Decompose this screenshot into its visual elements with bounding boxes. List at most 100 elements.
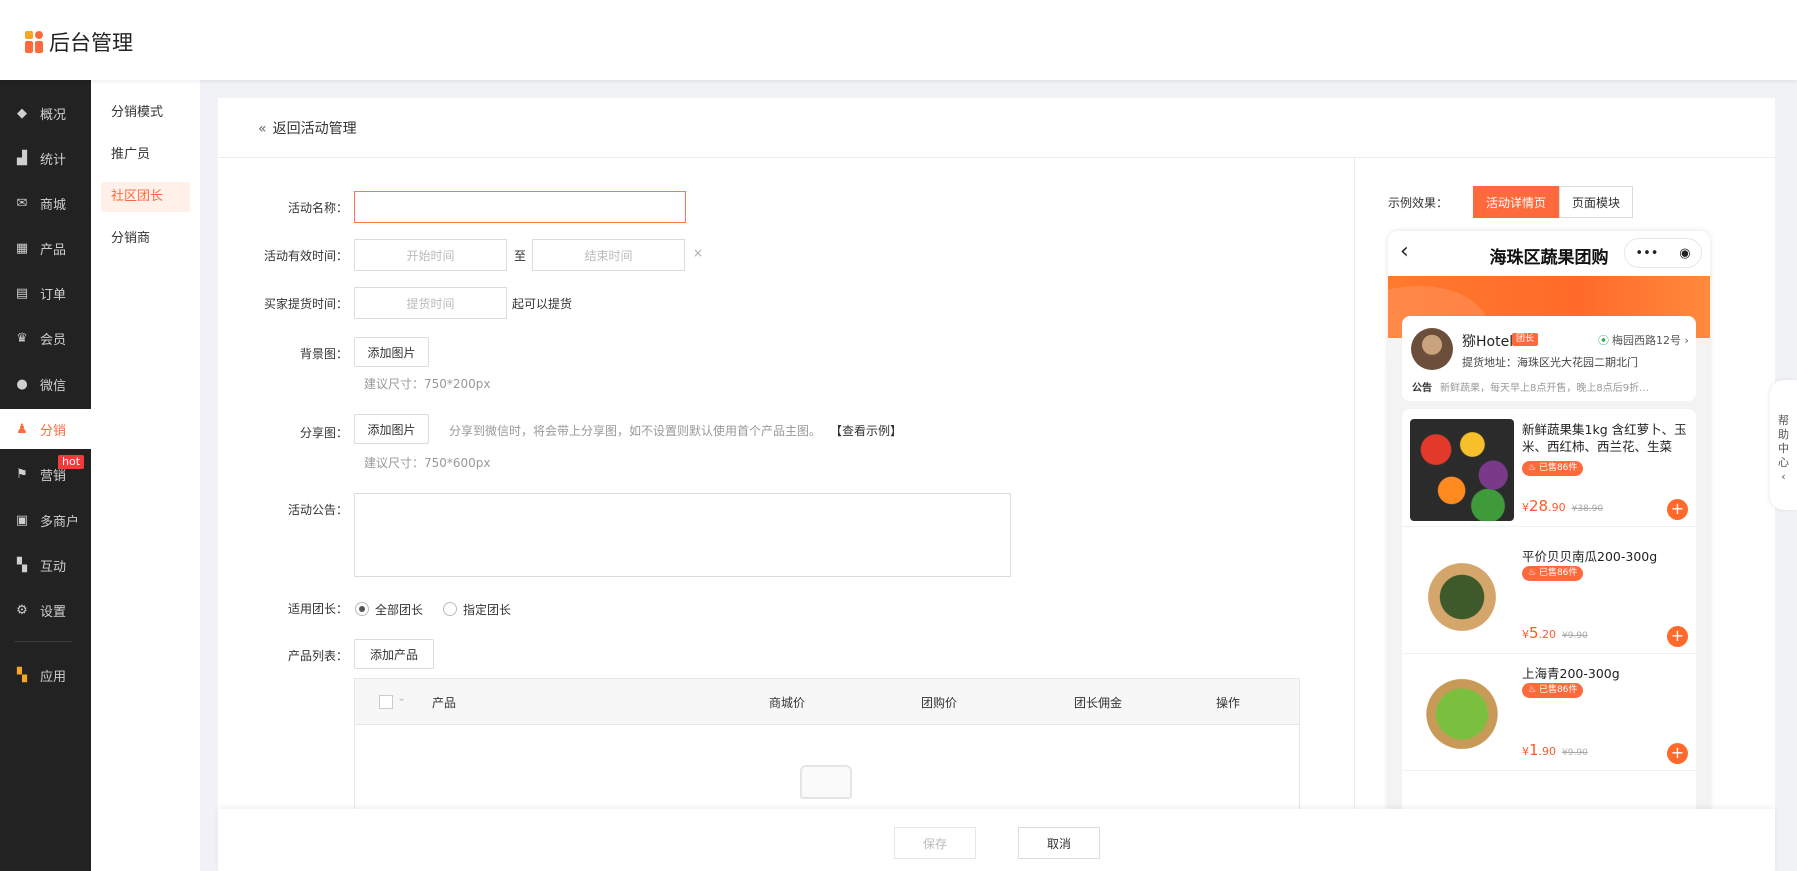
nav-item-orders[interactable]: ▤ 订单 [0, 273, 91, 313]
nav-label: 概况 [40, 107, 67, 123]
mail-icon: ✉ [16, 195, 28, 211]
sold-badge: ♨ 已售86件 [1522, 566, 1584, 581]
nav-label: 订单 [40, 287, 67, 303]
location-pin-icon: ⦿ [1598, 334, 1609, 347]
select-all-checkbox[interactable] [379, 695, 393, 709]
price-dec: .90 [1548, 501, 1566, 514]
save-button[interactable]: 保存 [894, 827, 976, 859]
chevron-down-icon[interactable]: ⌄ [397, 691, 406, 704]
original-price: ¥9.90 [1562, 748, 1588, 758]
product-image [1410, 419, 1514, 521]
column-leader-commission: 团长佣金 [1074, 696, 1123, 710]
product-table: ⌄ 产品 商城价 团购价 团长佣金 操作 [354, 678, 1300, 818]
hot-badge: hot [58, 455, 85, 469]
nav-item-multi-merchant[interactable]: ▣ 多商户 [0, 500, 91, 540]
end-time-input[interactable]: 结束时间 [532, 239, 685, 271]
radio-checked-icon [355, 602, 369, 616]
share-size-hint: 建议尺寸：750*600px [364, 456, 491, 470]
list-item: 上海青200-300g ♨ 已售86件 ¥1.90 ¥9.90 + [1402, 653, 1696, 771]
nav-item-stats[interactable]: ▟ 统计 [0, 138, 91, 178]
flag-icon: ⚑ [16, 466, 28, 482]
clear-time-button[interactable]: × [693, 246, 703, 260]
nav-item-wechat[interactable]: ● 微信 [0, 364, 91, 404]
more-dots-icon: ••• [1635, 245, 1659, 261]
back-label: 返回活动管理 [272, 121, 357, 137]
start-time-input[interactable]: 开始时间 [354, 239, 507, 271]
nav-label: 微信 [40, 378, 67, 394]
list-item: 平价贝贝南瓜200-300g ♨ 已售86件 ¥5.20 ¥9.90 + [1402, 536, 1696, 654]
double-chevron-left-icon: « [258, 121, 267, 137]
add-background-image-button[interactable]: 添加图片 [354, 337, 429, 367]
notice-textarea[interactable] [354, 493, 1011, 577]
add-share-image-button[interactable]: 添加图片 [354, 414, 429, 444]
subnav-item-community-leader[interactable]: 社区团长 [101, 182, 190, 212]
logo-text: 后台管理 [49, 31, 133, 55]
notice-label: 活动公告： [287, 503, 348, 517]
phone-header: ‹ 海珠区蔬果团购 ••• ◉ [1388, 231, 1710, 276]
nav-label: 多商户 [40, 514, 80, 530]
user-icon: ♟ [16, 421, 28, 437]
nav-item-overview[interactable]: ◆ 概况 [0, 93, 91, 133]
add-product-button[interactable]: 添加产品 [354, 639, 434, 669]
product-image [1410, 546, 1514, 648]
nav-item-distribution[interactable]: ♟ 分销 [0, 409, 91, 449]
currency: ¥ [1522, 745, 1529, 758]
back-link[interactable]: « 返回活动管理 [258, 118, 357, 138]
nav-label: 会员 [40, 332, 67, 348]
pickup-time-label: 买家提货时间： [263, 297, 348, 311]
subnav-item-mode[interactable]: 分销模式 [101, 98, 190, 128]
logo[interactable]: 后台管理 [25, 27, 133, 57]
tab-page-module[interactable]: 页面模块 [1559, 186, 1634, 218]
nav-item-members[interactable]: ♛ 会员 [0, 318, 91, 358]
radio-label: 全部团长 [375, 603, 424, 617]
currency: ¥ [1522, 628, 1529, 641]
pickup-address: 提货地址：海珠区光大花园二期北门 [1462, 356, 1638, 369]
mini-program-capsule: ••• ◉ [1624, 238, 1702, 268]
pickup-suffix: 起可以提货 [512, 297, 573, 311]
radio-specific-leaders[interactable]: 指定团长 [443, 601, 511, 618]
add-to-cart-icon: + [1667, 743, 1688, 764]
subnav-item-promoter[interactable]: 推广员 [101, 140, 190, 170]
help-center-tab[interactable]: 帮助中心 ‹ [1770, 380, 1797, 510]
price-int: 1 [1529, 741, 1539, 759]
sold-text: 已售86件 [1538, 685, 1578, 695]
main-nav: ◆ 概况 ▟ 统计 ✉ 商城 ▦ 产品 ▤ 订单 ♛ 会员 ● 微信 ♟ 分销 ⚑ 营销 hot ▣… [0, 80, 91, 871]
view-example-link[interactable]: 【查看示例】 [830, 422, 902, 439]
preview-label: 示例效果： [1388, 196, 1449, 210]
nav-item-apps[interactable]: ▚ 应用 [0, 655, 91, 695]
product-image [1410, 663, 1514, 765]
product-name: 平价贝贝南瓜200-300g [1522, 549, 1658, 564]
nav-item-products[interactable]: ▦ 产品 [0, 228, 91, 268]
sold-text: 已售86件 [1538, 568, 1578, 578]
radio-all-leaders[interactable]: 全部团长 [355, 601, 423, 618]
share-image-tip: 分享到微信时，将会带上分享图，如不设置则默认使用首个产品主图。 [449, 424, 822, 438]
preview-tabs: 活动详情页 页面模块 [1473, 186, 1634, 218]
activity-name-input[interactable] [354, 191, 686, 223]
store-icon: ▣ [15, 512, 29, 528]
nav-divider [14, 641, 72, 642]
grid-icon: ▦ [15, 240, 29, 256]
nav-item-settings[interactable]: ⚙ 设置 [0, 590, 91, 630]
nav-item-marketing[interactable]: ⚑ 营销 hot [0, 454, 91, 494]
price-int: 28 [1529, 497, 1549, 515]
logo-icon [25, 31, 45, 53]
layers-icon: ◆ [17, 105, 27, 121]
cancel-button[interactable]: 取消 [1018, 827, 1100, 859]
range-separator: 至 [514, 249, 527, 263]
fire-icon: ♨ [1528, 685, 1537, 695]
main-card: « 返回活动管理 活动名称： 活动有效时间： 开始时间 至 结束时间 × 买家提货… [218, 98, 1775, 871]
nav-item-interaction[interactable]: ▚ 互动 [0, 545, 91, 585]
column-group-price: 团购价 [921, 696, 958, 710]
subnav-item-distributor[interactable]: 分销商 [101, 224, 190, 254]
pickup-time-input[interactable]: 提货时间 [354, 287, 507, 319]
add-to-cart-icon: + [1667, 626, 1688, 647]
valid-time-label: 活动有效时间： [263, 249, 348, 263]
nav-item-mall[interactable]: ✉ 商城 [0, 183, 91, 223]
original-price: ¥9.90 [1562, 631, 1588, 641]
add-to-cart-icon: + [1667, 499, 1688, 520]
tab-activity-detail[interactable]: 活动详情页 [1473, 186, 1560, 218]
sold-badge: ♨ 已售86件 [1522, 461, 1584, 476]
activity-name-label: 活动名称： [287, 201, 348, 215]
column-mall-price: 商城价 [769, 696, 806, 710]
product-name: 新鲜蔬果集1kg 含红萝卜、玉米、西红柿、西兰花、生菜 [1522, 422, 1687, 454]
